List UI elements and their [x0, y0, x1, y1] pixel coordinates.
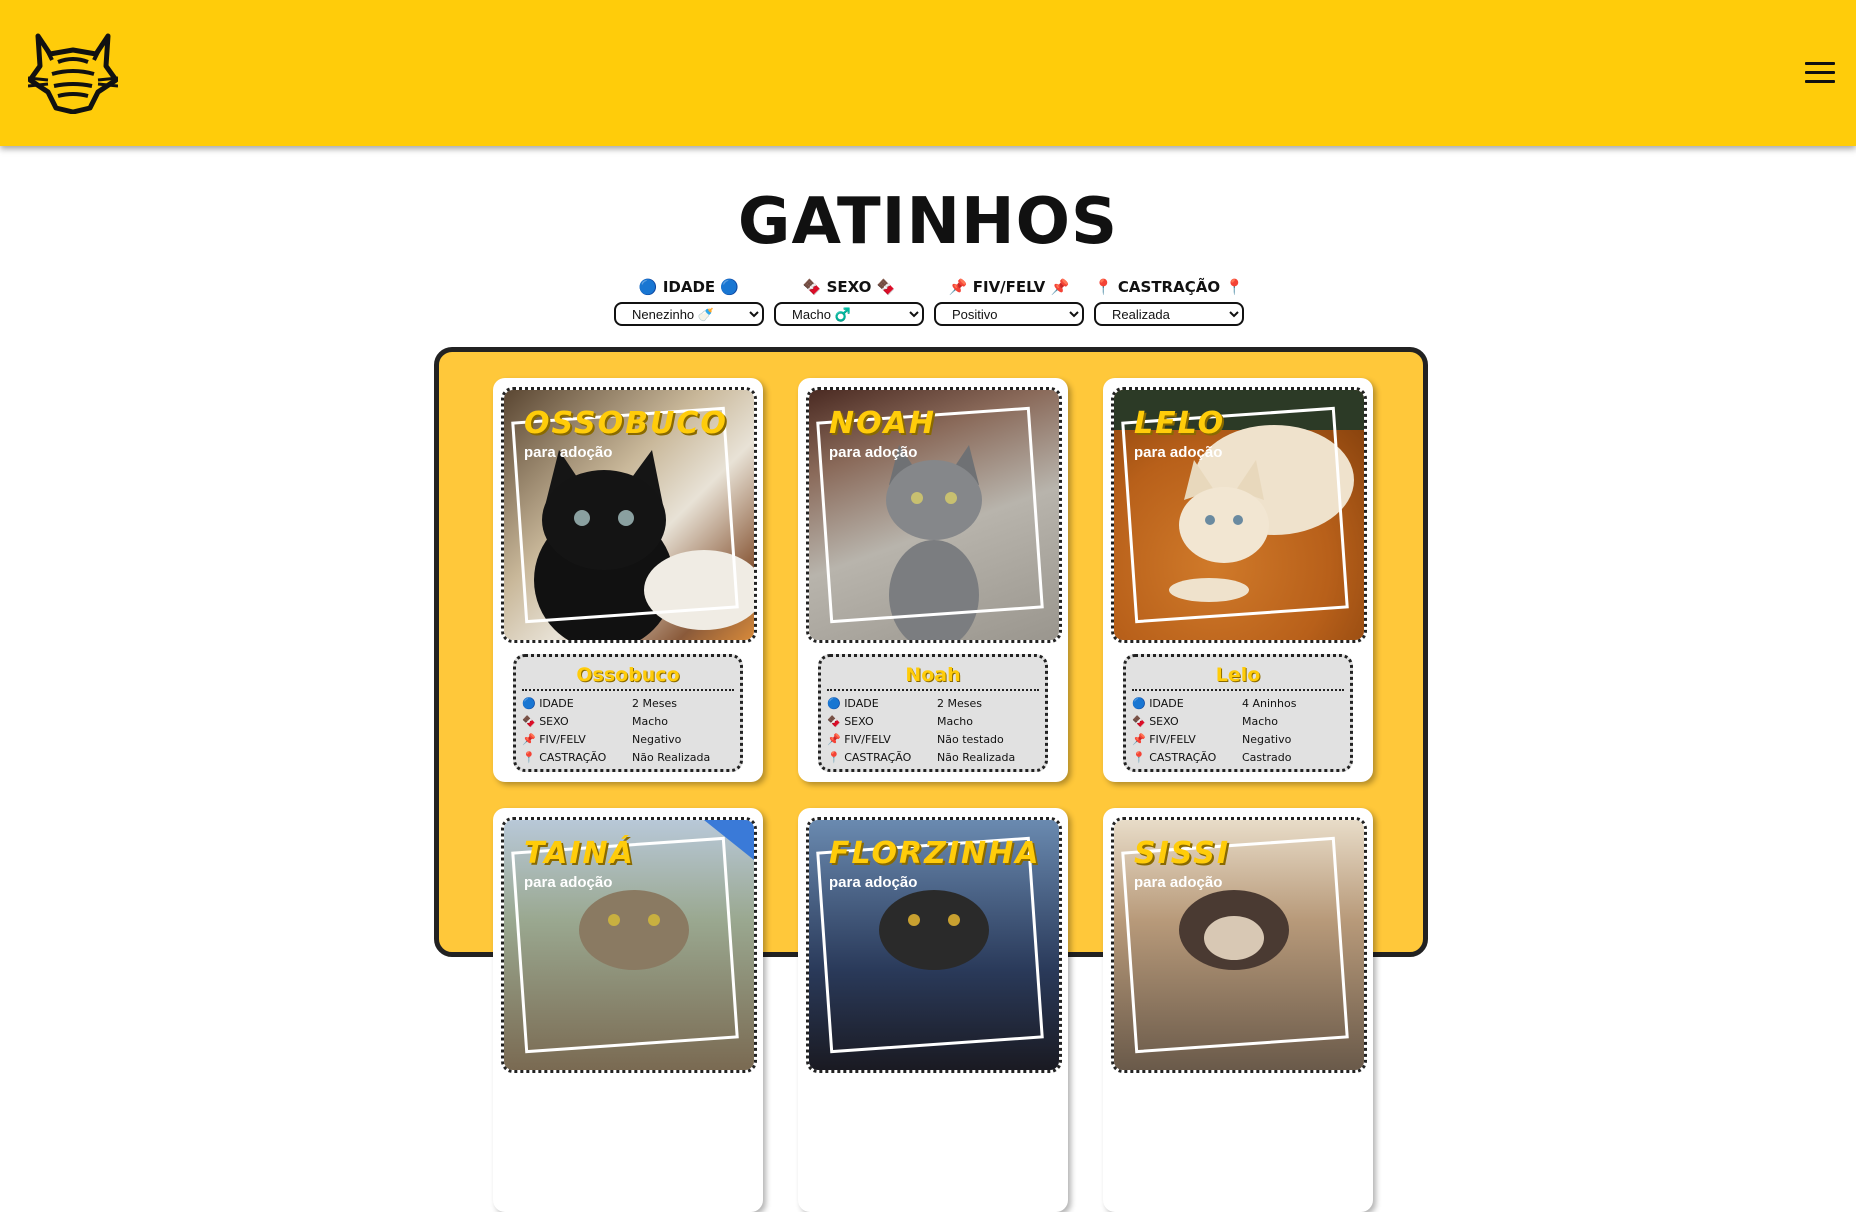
filter-fiv-label: 📌 FIV/FELV 📌	[948, 278, 1070, 296]
top-navbar	[0, 0, 1856, 146]
info-row-fiv: 📌 FIV/FELV Não testado	[827, 733, 1004, 746]
info-row-sexo: 🍫 SEXO Macho	[827, 715, 973, 728]
cat-name: Ossobuco	[522, 661, 734, 691]
filter-bar: 🔵 IDADE 🔵 Nenezinho 🍼 🍫 SEXO 🍫 Macho ♂️ …	[614, 276, 1244, 328]
filter-castracao-select[interactable]: Realizada	[1094, 302, 1244, 326]
page-title: GATINHOS	[737, 185, 1119, 259]
cat-card-ossobuco[interactable]: OSSOBUCO para adoção Ossobuco 🔵 IDADE 2 M…	[493, 378, 763, 782]
photo-subtitle: para adoção	[829, 444, 918, 461]
cat-photo: FLORZINHA para adoção	[806, 817, 1062, 1073]
cat-photo: LELO para adoção	[1111, 387, 1367, 643]
filter-fiv-select[interactable]: Positivo	[934, 302, 1084, 326]
photo-title: FLORZINHA	[829, 836, 1041, 871]
cat-card-lelo[interactable]: LELO para adoção Lelo 🔵 IDADE 4 Aninhos 🍫…	[1103, 378, 1373, 782]
hamburger-menu-icon[interactable]	[1805, 62, 1835, 84]
cat-card-sissi[interactable]: SISSI para adoção	[1103, 808, 1373, 1212]
info-row-idade: 🔵 IDADE 4 Aninhos	[1132, 697, 1297, 710]
cat-card-taina[interactable]: TAINÁ para adoção	[493, 808, 763, 1212]
photo-title: LELO	[1134, 406, 1226, 441]
cat-info-panel: Lelo 🔵 IDADE 4 Aninhos 🍫 SEXO Macho 📌 FIV/…	[1123, 654, 1353, 772]
filter-idade-select[interactable]: Nenezinho 🍼	[614, 302, 764, 326]
cat-photo: NOAH para adoção	[806, 387, 1062, 643]
cat-gallery: OSSOBUCO para adoção Ossobuco 🔵 IDADE 2 M…	[434, 347, 1428, 1212]
filter-castracao-label: 📍 CASTRAÇÃO 📍	[1094, 278, 1244, 296]
filter-sexo-label: 🍫 SEXO 🍫	[802, 278, 896, 296]
info-row-sexo: 🍫 SEXO Macho	[522, 715, 668, 728]
photo-subtitle: para adoção	[524, 874, 613, 891]
info-row-idade: 🔵 IDADE 2 Meses	[827, 697, 982, 710]
crazy-cat-gang-logo[interactable]	[28, 32, 118, 114]
info-row-sexo: 🍫 SEXO Macho	[1132, 715, 1278, 728]
cat-card-noah[interactable]: NOAH para adoção Noah 🔵 IDADE 2 Meses 🍫 S…	[798, 378, 1068, 782]
photo-subtitle: para adoção	[524, 444, 613, 461]
photo-subtitle: para adoção	[1134, 874, 1223, 891]
cat-photo: SISSI para adoção	[1111, 817, 1367, 1073]
filter-sexo-select[interactable]: Macho ♂️	[774, 302, 924, 326]
filter-castracao: 📍 CASTRAÇÃO 📍 Realizada	[1094, 276, 1244, 326]
info-row-idade: 🔵 IDADE 2 Meses	[522, 697, 677, 710]
photo-title: TAINÁ	[524, 836, 635, 871]
photo-title: NOAH	[829, 406, 936, 441]
info-row-castracao: 📍 CASTRAÇÃO Castrado	[1132, 751, 1292, 764]
photo-title: OSSOBUCO	[524, 406, 728, 441]
filter-sexo: 🍫 SEXO 🍫 Macho ♂️	[774, 276, 924, 326]
info-row-castracao: 📍 CASTRAÇÃO Não Realizada	[522, 751, 711, 764]
filter-idade-label: 🔵 IDADE 🔵	[638, 278, 740, 296]
cat-info-panel: Noah 🔵 IDADE 2 Meses 🍫 SEXO Macho 📌 FIV/FE…	[818, 654, 1048, 772]
info-row-fiv: 📌 FIV/FELV Negativo	[522, 733, 682, 746]
photo-title: SISSI	[1134, 836, 1231, 871]
cat-name: Noah	[827, 661, 1039, 691]
info-row-castracao: 📍 CASTRAÇÃO Não Realizada	[827, 751, 1016, 764]
cat-card-florzinha[interactable]: FLORZINHA para adoção	[798, 808, 1068, 1212]
info-row-fiv: 📌 FIV/FELV Negativo	[1132, 733, 1292, 746]
photo-subtitle: para adoção	[1134, 444, 1223, 461]
cat-photo: TAINÁ para adoção	[501, 817, 757, 1073]
cat-name: Lelo	[1132, 661, 1344, 691]
cat-info-panel: Ossobuco 🔵 IDADE 2 Meses 🍫 SEXO Macho 📌 FI…	[513, 654, 743, 772]
filter-idade: 🔵 IDADE 🔵 Nenezinho 🍼	[614, 276, 764, 326]
photo-subtitle: para adoção	[829, 874, 918, 891]
cat-photo: OSSOBUCO para adoção	[501, 387, 757, 643]
filter-fiv: 📌 FIV/FELV 📌 Positivo	[934, 276, 1084, 326]
